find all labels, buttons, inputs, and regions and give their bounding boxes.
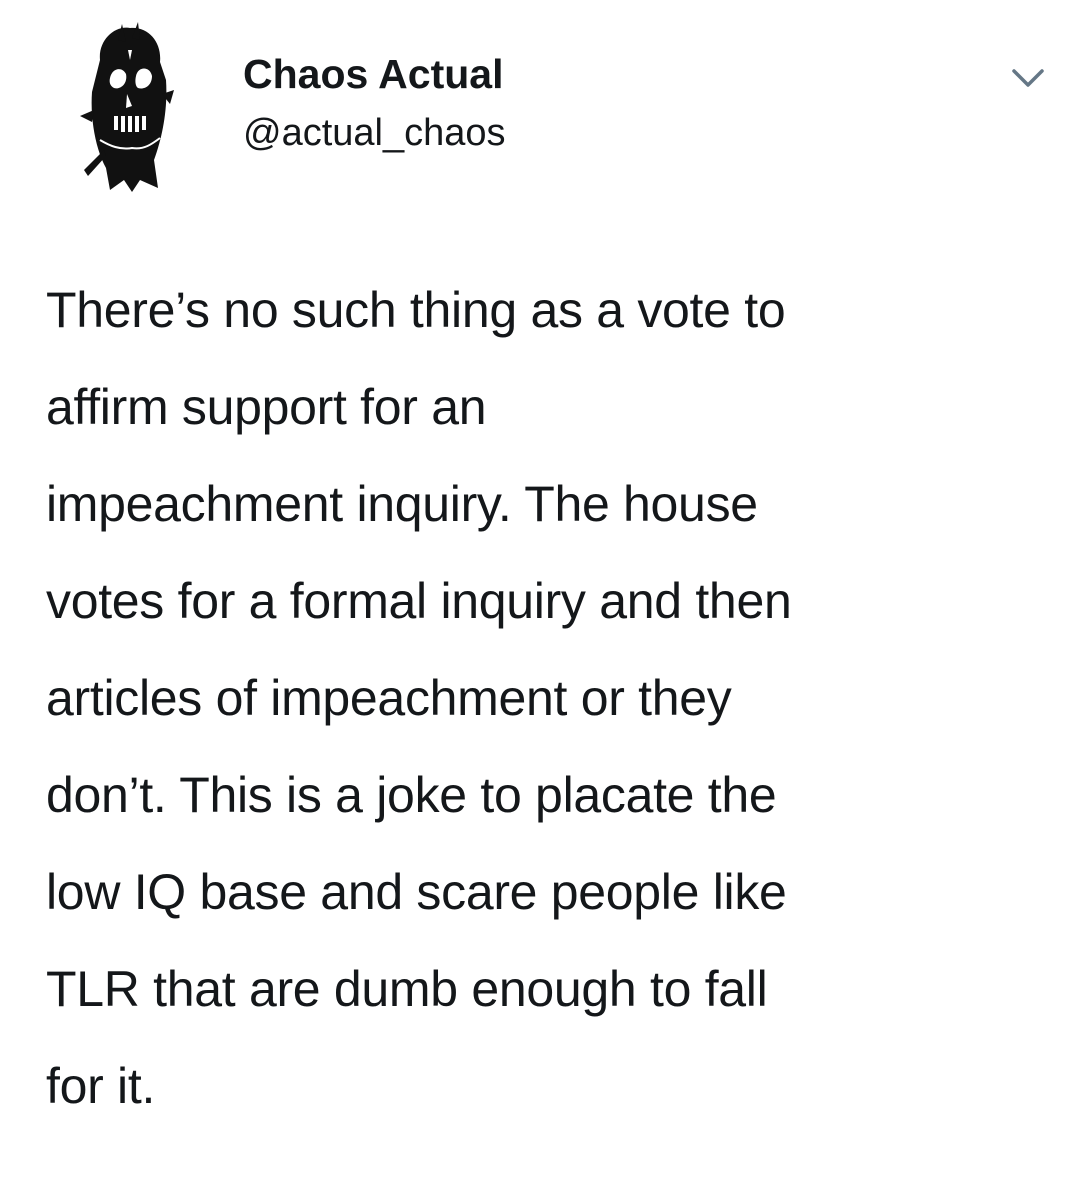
user-info[interactable]: Chaos Actual @actual_chaos <box>243 48 506 158</box>
avatar[interactable] <box>70 20 190 195</box>
display-name[interactable]: Chaos Actual <box>243 48 506 100</box>
tweet-text-line: articles of impeachment or they <box>46 670 732 726</box>
chevron-down-icon <box>1012 69 1044 87</box>
tweet-text-line: There’s no such thing as a vote to <box>46 282 786 338</box>
tweet-text-line: for it. <box>46 1058 156 1114</box>
tweet-text: There’s no such thing as a vote to affir… <box>46 262 1066 1135</box>
tweet-text-line: votes for a formal inquiry and then <box>46 573 792 629</box>
tweet-menu-button[interactable] <box>1008 62 1048 94</box>
user-handle[interactable]: @actual_chaos <box>243 108 506 158</box>
tweet-text-line: low IQ base and scare people like <box>46 864 787 920</box>
tweet-text-line: don’t. This is a joke to placate the <box>46 767 777 823</box>
tweet-text-line: impeachment inquiry. The house <box>46 476 758 532</box>
skull-avatar-icon <box>80 22 174 193</box>
tweet-card: Chaos Actual @actual_chaos There’s no su… <box>0 0 1090 1200</box>
tweet-text-line: TLR that are dumb enough to fall <box>46 961 768 1017</box>
tweet-text-line: affirm support for an <box>46 379 487 435</box>
